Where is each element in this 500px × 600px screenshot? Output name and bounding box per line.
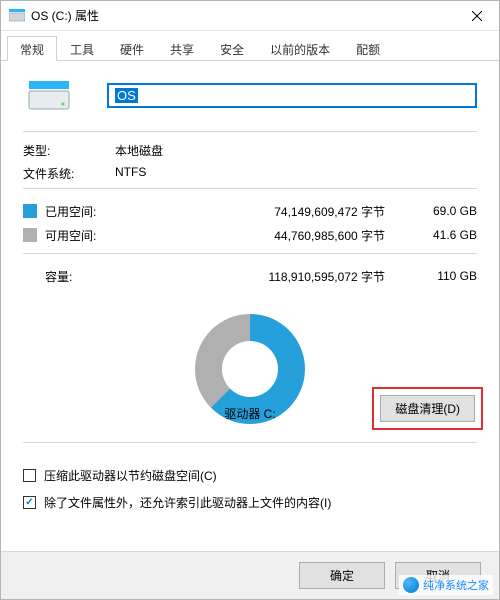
capacity-label: 容量:: [45, 268, 123, 285]
used-color-swatch: [23, 204, 37, 218]
properties-window: OS (C:) 属性 常规 工具 硬件 共享 安全 以前的版本 配额 OS 类型…: [0, 0, 500, 600]
filesystem-label: 文件系统:: [23, 165, 115, 182]
index-label: 除了文件属性外，还允许索引此驱动器上文件的内容(I): [44, 494, 331, 511]
used-label: 已用空间:: [45, 203, 123, 220]
ok-button[interactable]: 确定: [299, 562, 385, 589]
capacity-bytes: 118,910,595,072 字节: [123, 268, 415, 285]
used-gb: 69.0 GB: [415, 204, 477, 218]
free-color-swatch: [23, 228, 37, 242]
drive-name-value: OS: [115, 88, 138, 103]
drive-label: 驱动器 C:: [224, 405, 275, 422]
dialog-footer: 确定 取消 纯净系统之家: [1, 551, 499, 599]
separator: [23, 188, 477, 189]
filesystem-value: NTFS: [115, 165, 146, 182]
drive-icon: [9, 9, 25, 23]
free-gb: 41.6 GB: [415, 228, 477, 242]
separator: [23, 442, 477, 443]
close-button[interactable]: [454, 1, 499, 30]
capacity-gb: 110 GB: [415, 269, 477, 283]
tab-sharing[interactable]: 共享: [157, 36, 207, 61]
used-bytes: 74,149,609,472 字节: [123, 203, 415, 220]
type-value: 本地磁盘: [115, 142, 163, 159]
tab-tools[interactable]: 工具: [57, 36, 107, 61]
compress-checkbox-row[interactable]: 压缩此驱动器以节约磁盘空间(C): [23, 467, 477, 484]
window-title: OS (C:) 属性: [31, 7, 454, 24]
watermark: 纯净系统之家: [399, 575, 493, 595]
index-checkbox-row[interactable]: ✓ 除了文件属性外，还允许索引此驱动器上文件的内容(I): [23, 494, 477, 511]
free-bytes: 44,760,985,600 字节: [123, 227, 415, 244]
free-label: 可用空间:: [45, 227, 123, 244]
tab-hardware[interactable]: 硬件: [107, 36, 157, 61]
compress-label: 压缩此驱动器以节约磁盘空间(C): [44, 467, 217, 484]
drive-name-input[interactable]: OS: [107, 83, 477, 108]
tab-bar: 常规 工具 硬件 共享 安全 以前的版本 配额: [1, 35, 499, 61]
watermark-logo-icon: [403, 577, 419, 593]
tab-security[interactable]: 安全: [207, 36, 257, 61]
separator: [23, 253, 477, 254]
disk-cleanup-button[interactable]: 磁盘清理(D): [380, 395, 475, 422]
type-label: 类型:: [23, 142, 115, 159]
tab-content: OS 类型: 本地磁盘 文件系统: NTFS 已用空间: 74,149,609,…: [1, 61, 499, 551]
close-icon: [472, 11, 482, 21]
titlebar: OS (C:) 属性: [1, 1, 499, 31]
index-checkbox[interactable]: ✓: [23, 496, 36, 509]
drive-large-icon: [27, 77, 71, 113]
separator: [23, 131, 477, 132]
compress-checkbox[interactable]: [23, 469, 36, 482]
tab-previous[interactable]: 以前的版本: [257, 36, 343, 61]
highlight-box: 磁盘清理(D): [372, 387, 483, 430]
watermark-text: 纯净系统之家: [423, 577, 489, 593]
tab-general[interactable]: 常规: [7, 36, 57, 61]
tab-quota[interactable]: 配额: [343, 36, 393, 61]
